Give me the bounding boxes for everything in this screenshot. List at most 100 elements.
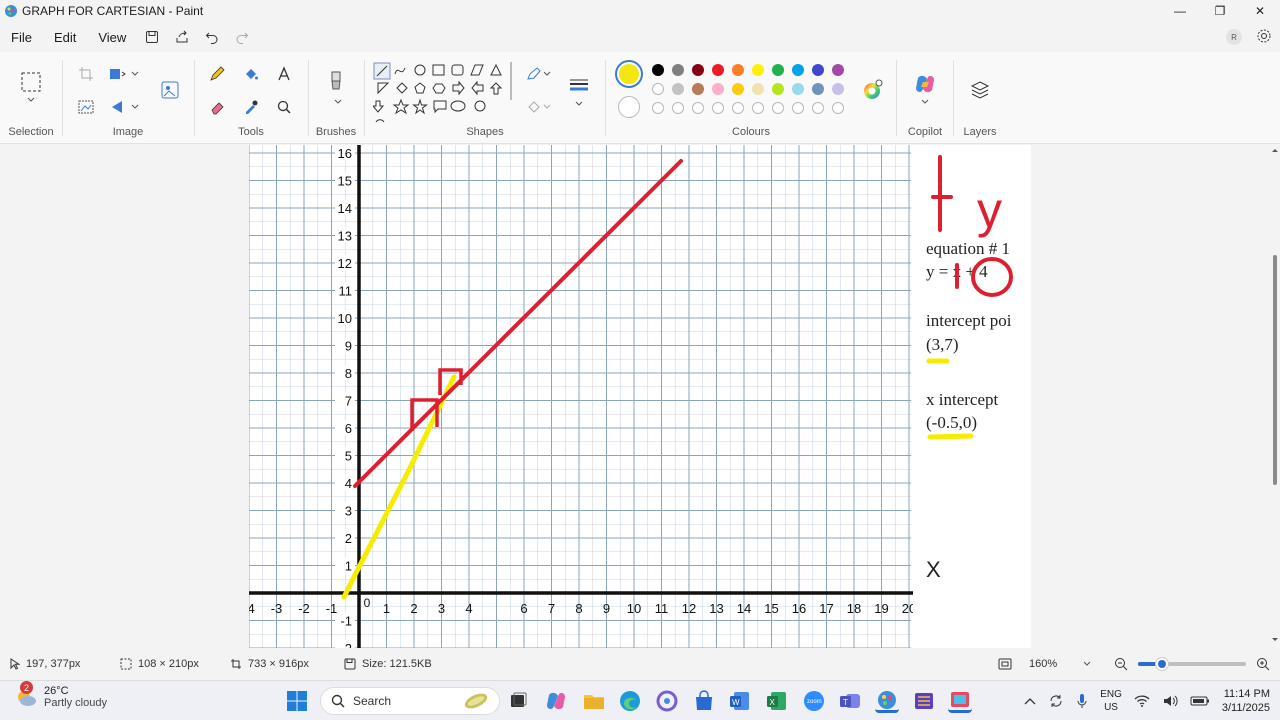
primary-color[interactable] bbox=[615, 60, 643, 88]
drawing-canvas[interactable]: 16151413121110987654321-1-2 -4-3-2-10123… bbox=[243, 145, 1031, 648]
color-swatch[interactable] bbox=[792, 83, 804, 95]
weather-widget[interactable]: 2 26°C Partly cloudy bbox=[14, 681, 107, 709]
layers-icon[interactable] bbox=[968, 78, 992, 102]
start-icon[interactable] bbox=[285, 689, 309, 713]
zoom-out-icon[interactable] bbox=[1114, 650, 1128, 678]
brush-dropdown-icon[interactable] bbox=[327, 96, 349, 108]
edge-icon[interactable] bbox=[618, 689, 642, 713]
color-swatch[interactable] bbox=[772, 64, 784, 76]
color-swatch[interactable] bbox=[752, 64, 764, 76]
custom-color-slot[interactable] bbox=[832, 102, 844, 114]
color-swatch[interactable] bbox=[812, 64, 824, 76]
custom-color-slot[interactable] bbox=[692, 102, 704, 114]
size-dropdown-icon[interactable] bbox=[573, 98, 585, 110]
store-icon[interactable] bbox=[692, 689, 716, 713]
share-icon[interactable] bbox=[167, 30, 197, 44]
color-swatch[interactable] bbox=[652, 64, 664, 76]
file-explorer-icon[interactable] bbox=[582, 689, 606, 713]
zoom-in-icon[interactable] bbox=[1256, 650, 1270, 678]
color-swatch[interactable] bbox=[832, 64, 844, 76]
account-icon[interactable]: R bbox=[1226, 29, 1242, 45]
color-swatch[interactable] bbox=[712, 83, 724, 95]
custom-color-slot[interactable] bbox=[652, 102, 664, 114]
restore-button[interactable]: ❐ bbox=[1200, 0, 1240, 22]
zoom-app-icon[interactable]: zoom bbox=[802, 689, 826, 713]
resize-dropdown-icon[interactable] bbox=[129, 63, 141, 85]
outline-dropdown-icon[interactable] bbox=[541, 63, 553, 85]
brush-icon[interactable] bbox=[325, 70, 347, 96]
color-swatch[interactable] bbox=[812, 83, 824, 95]
shapes-gallery[interactable] bbox=[373, 62, 513, 126]
teams-icon[interactable]: T bbox=[838, 689, 862, 713]
text-icon[interactable] bbox=[273, 63, 295, 85]
secondary-color[interactable] bbox=[618, 96, 640, 118]
pencil-icon[interactable] bbox=[206, 63, 228, 85]
file-menu[interactable]: File bbox=[0, 30, 43, 45]
clipchamp-icon[interactable] bbox=[912, 689, 936, 713]
edit-menu[interactable]: Edit bbox=[43, 30, 87, 45]
fill-icon[interactable] bbox=[240, 63, 262, 85]
zoom-slider[interactable] bbox=[1138, 650, 1246, 678]
select-rectangle-icon[interactable] bbox=[19, 70, 43, 94]
scroll-down-icon[interactable] bbox=[1271, 637, 1279, 643]
language-indicator[interactable]: ENG US bbox=[1100, 688, 1122, 714]
background-remove-icon[interactable] bbox=[75, 96, 97, 118]
paint-taskbar-icon[interactable] bbox=[875, 689, 899, 713]
custom-color-slot[interactable] bbox=[772, 102, 784, 114]
custom-color-slot[interactable] bbox=[712, 102, 724, 114]
custom-color-slot[interactable] bbox=[672, 102, 684, 114]
fill-shape-dropdown-icon[interactable] bbox=[541, 96, 553, 118]
word-icon[interactable]: W bbox=[728, 689, 752, 713]
copilot-taskbar-icon[interactable] bbox=[544, 689, 568, 713]
copilot-app-icon[interactable] bbox=[655, 689, 679, 713]
battery-icon[interactable] bbox=[1190, 694, 1210, 708]
save-icon[interactable] bbox=[137, 30, 167, 44]
color-swatch[interactable] bbox=[832, 83, 844, 95]
color-swatch[interactable] bbox=[672, 64, 684, 76]
taskbar-search[interactable]: Search bbox=[320, 687, 500, 715]
undo-icon[interactable] bbox=[197, 30, 227, 44]
custom-color-slot[interactable] bbox=[792, 102, 804, 114]
microphone-icon[interactable] bbox=[1076, 693, 1088, 709]
rotate-dropdown-icon[interactable] bbox=[129, 96, 141, 118]
close-button[interactable]: ✕ bbox=[1240, 0, 1280, 22]
color-swatch[interactable] bbox=[712, 64, 724, 76]
fit-to-window-icon[interactable] bbox=[998, 650, 1012, 678]
image-creator-icon[interactable] bbox=[157, 77, 183, 103]
resize-icon[interactable] bbox=[107, 63, 129, 85]
custom-color-slot[interactable] bbox=[812, 102, 824, 114]
color-swatch[interactable] bbox=[732, 64, 744, 76]
redo-icon[interactable] bbox=[227, 30, 257, 44]
selection-dropdown-icon[interactable] bbox=[20, 94, 42, 106]
custom-color-slot[interactable] bbox=[732, 102, 744, 114]
sync-icon[interactable] bbox=[1048, 693, 1064, 709]
task-view-icon[interactable] bbox=[506, 689, 530, 713]
magnifier-icon[interactable] bbox=[273, 96, 295, 118]
color-swatch[interactable] bbox=[672, 83, 684, 95]
clock[interactable]: 11:14 PM 3/11/2025 bbox=[1222, 687, 1270, 715]
custom-color-slot[interactable] bbox=[752, 102, 764, 114]
color-picker-icon[interactable] bbox=[240, 96, 262, 118]
size-icon[interactable] bbox=[567, 74, 591, 96]
copilot-icon[interactable] bbox=[913, 72, 937, 96]
scroll-thumb[interactable] bbox=[1273, 255, 1277, 485]
snipping-tool-icon[interactable] bbox=[948, 689, 972, 713]
color-swatch[interactable] bbox=[752, 83, 764, 95]
volume-icon[interactable] bbox=[1162, 694, 1178, 708]
color-swatch[interactable] bbox=[772, 83, 784, 95]
color-swatch[interactable] bbox=[792, 64, 804, 76]
eraser-icon[interactable] bbox=[206, 96, 228, 118]
edit-colors-icon[interactable] bbox=[860, 78, 884, 102]
zoom-slider-thumb[interactable] bbox=[1156, 658, 1168, 670]
minimize-button[interactable]: — bbox=[1160, 0, 1200, 22]
color-swatch[interactable] bbox=[652, 83, 664, 95]
vertical-scrollbar[interactable] bbox=[1270, 145, 1280, 648]
color-swatch[interactable] bbox=[732, 83, 744, 95]
settings-icon[interactable] bbox=[1256, 28, 1272, 47]
scroll-up-icon[interactable] bbox=[1271, 147, 1279, 153]
wifi-icon[interactable] bbox=[1134, 694, 1150, 708]
view-menu[interactable]: View bbox=[87, 30, 137, 45]
crop-icon[interactable] bbox=[75, 63, 97, 85]
copilot-dropdown-icon[interactable] bbox=[919, 96, 931, 108]
excel-icon[interactable]: X bbox=[765, 689, 789, 713]
